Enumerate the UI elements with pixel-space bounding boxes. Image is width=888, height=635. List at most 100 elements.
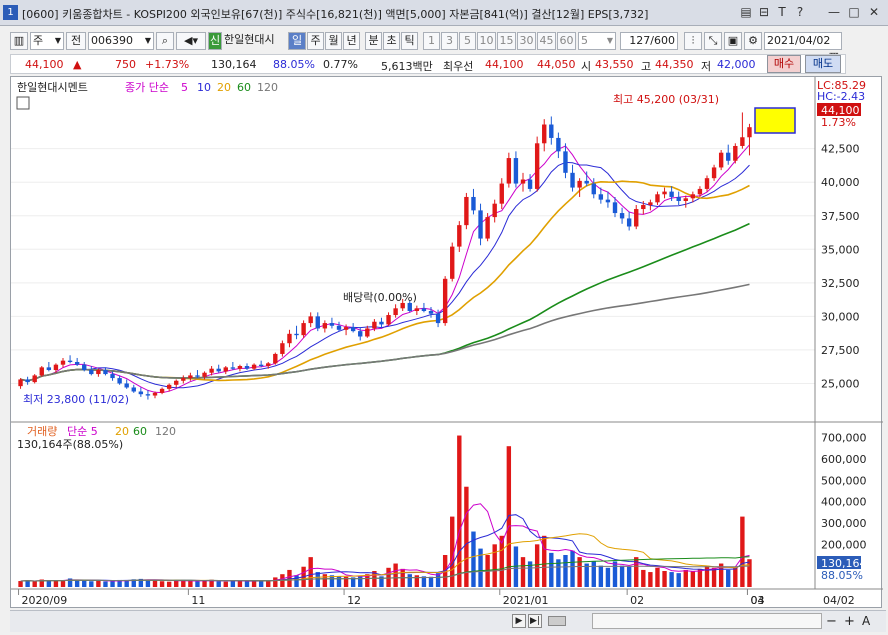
candle <box>294 333 299 336</box>
text-icon[interactable]: T <box>774 4 790 20</box>
period-month[interactable]: 월 <box>325 32 342 50</box>
zoom-out-icon[interactable]: − <box>826 614 837 629</box>
layout-icon[interactable]: ▤ <box>738 4 754 20</box>
volume-bar <box>18 581 23 587</box>
candle <box>683 198 688 201</box>
settings-icon[interactable]: ⚙ <box>744 32 762 50</box>
candle <box>492 203 497 218</box>
candle <box>464 196 469 226</box>
price-tick-label: 42,500 <box>821 143 860 156</box>
volume-bar <box>258 581 264 587</box>
candle <box>457 225 462 247</box>
market-type-value: 주 <box>33 34 44 47</box>
period-tick[interactable]: 틱 <box>401 32 418 50</box>
price-change: 750 <box>115 58 136 71</box>
interval-45[interactable]: 45 <box>537 32 556 50</box>
candle <box>152 392 158 396</box>
period-day[interactable]: 일 <box>288 32 306 50</box>
market-type-select[interactable]: 주 ▼ <box>30 32 64 50</box>
maximize-button[interactable]: □ <box>846 4 862 20</box>
zoom-slider[interactable] <box>592 613 822 629</box>
table-icon[interactable] <box>16 96 30 110</box>
interval-60[interactable]: 60 <box>557 32 576 50</box>
candle <box>591 183 596 195</box>
volume-bar <box>683 569 688 587</box>
candle <box>53 364 59 371</box>
volume-bar <box>711 567 717 587</box>
date-input[interactable]: 2021/04/02▦ <box>764 32 842 63</box>
candle <box>641 205 646 210</box>
candle <box>358 331 363 337</box>
period-minute[interactable]: 분 <box>365 32 382 50</box>
volume-bar <box>584 563 589 587</box>
price-tick-label: 40,000 <box>821 176 860 189</box>
chart-tools-icon[interactable]: ⤡ <box>704 32 722 50</box>
candle <box>626 218 632 227</box>
save-icon[interactable]: ▣ <box>724 32 742 50</box>
help-icon[interactable]: ? <box>792 4 808 20</box>
volume-bar <box>60 580 66 587</box>
scroll-right-icon[interactable]: ▶ <box>512 614 526 628</box>
candle <box>103 370 108 375</box>
date-value: 2021/04/02 <box>767 34 831 47</box>
period-second[interactable]: 초 <box>383 32 400 50</box>
candle <box>605 199 611 203</box>
candle <box>195 375 200 377</box>
last-pct: 1.73% <box>821 116 856 129</box>
interval-5[interactable]: 5 <box>459 32 476 50</box>
interval-30[interactable]: 30 <box>517 32 536 50</box>
candle <box>676 196 681 201</box>
chart-scrollbar-bar: ▶ ▶| − + A <box>10 610 886 632</box>
highlight-box[interactable] <box>754 107 796 134</box>
volume-bar <box>358 575 363 587</box>
bars-icon[interactable]: ⫶ <box>684 32 702 50</box>
sound-icon[interactable]: ◀▾ <box>176 32 206 50</box>
buy-button[interactable]: 매수 <box>767 55 801 73</box>
open-price: 43,550 <box>595 58 634 71</box>
search-icon[interactable]: ⌕ <box>156 32 174 50</box>
interval-3[interactable]: 3 <box>441 32 458 50</box>
scroll-thumb[interactable] <box>548 616 566 626</box>
period-year[interactable]: 년 <box>343 32 360 50</box>
candle <box>711 167 717 179</box>
volume-bar <box>704 565 710 587</box>
candle <box>450 246 455 279</box>
candle <box>32 375 37 383</box>
scroll-end-icon[interactable]: ▶| <box>528 614 542 628</box>
candle <box>308 316 313 324</box>
zoom-in-icon[interactable]: + <box>844 614 855 629</box>
price-change-pct: +1.73% <box>145 58 190 71</box>
volume-bar <box>669 572 674 587</box>
interval-1[interactable]: 1 <box>423 32 440 50</box>
candle <box>216 368 221 372</box>
candle <box>350 327 356 332</box>
close-button[interactable]: ✕ <box>866 4 882 20</box>
prev-button[interactable]: 전 <box>66 32 86 50</box>
volume-bar <box>747 559 752 587</box>
price-tick-label: 27,500 <box>821 344 860 357</box>
sell-button[interactable]: 매도 <box>805 55 841 73</box>
interval-10[interactable]: 10 <box>477 32 496 50</box>
count-field[interactable]: 127/600 <box>620 32 678 50</box>
candle <box>74 361 80 365</box>
candle <box>478 210 483 239</box>
price-volume-chart[interactable]: 42,500 40,000 37,500 35,000 32,500 30,000 27,5… <box>11 77 883 609</box>
best-quote-label: 최우선 <box>443 60 474 73</box>
candle <box>520 179 526 184</box>
split-icon[interactable]: ⊟ <box>756 4 772 20</box>
font-size-icon[interactable]: A <box>862 614 870 628</box>
period-week[interactable]: 주 <box>307 32 324 50</box>
x-tick-label: 2020/09 <box>22 594 68 607</box>
volume-bar <box>273 577 278 587</box>
vol-legend-ma60: 60 <box>133 425 147 438</box>
volume-bar <box>32 581 37 587</box>
candle <box>166 384 172 389</box>
stock-code-input[interactable]: 006390 ▼ <box>88 32 154 50</box>
chart-toolbar: ▥ 주 ▼ 전 006390 ▼ ⌕ ◀▾ 신 한일현대시 일 주 월 년 분 초 … <box>10 30 846 63</box>
current-price: 44,100 <box>25 58 64 71</box>
chart-area[interactable]: 42,500 40,000 37,500 35,000 32,500 30,000 27,5… <box>10 76 883 609</box>
interval-select[interactable]: 5 ▼ <box>578 32 616 50</box>
interval-15[interactable]: 15 <box>497 32 516 50</box>
panel-toggle-icon[interactable]: ▥ <box>10 32 28 50</box>
minimize-button[interactable]: — <box>826 4 842 20</box>
